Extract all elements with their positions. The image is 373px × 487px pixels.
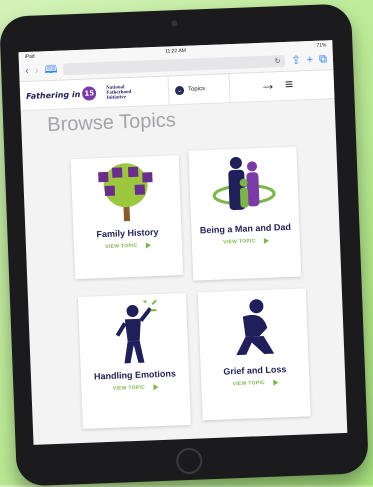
emotions-figure-icon [115, 299, 157, 364]
view-topic-link[interactable]: VIEW TOPIC [113, 384, 159, 392]
play-arrow-icon [152, 384, 159, 391]
chevron-down-icon: ⌄ [174, 85, 185, 95]
play-arrow-icon [263, 237, 269, 244]
tablet-device: iPad 11:22 AM 71% ‹ › 🕮 ↻ ⇪ + ⧉ Fatherin… [0, 3, 369, 487]
forward-icon[interactable]: › [35, 64, 39, 76]
camera-dot [171, 20, 178, 27]
home-button[interactable] [175, 447, 203, 475]
status-time: 11:22 AM [165, 47, 187, 55]
play-arrow-icon [272, 379, 279, 386]
card-title: Grief and Loss [223, 364, 287, 377]
nfi-logo[interactable]: National Fatherhood Initiative [106, 84, 147, 101]
card-title: Being a Man and Dad [199, 221, 292, 236]
topics-dropdown[interactable]: ⌄ Topics [167, 74, 231, 105]
tabs-icon[interactable]: ⧉ [319, 53, 327, 65]
fathering-logo[interactable]: Fathering in 15 [26, 86, 97, 103]
view-topic-label: VIEW TOPIC [223, 238, 256, 246]
view-topic-label: VIEW TOPIC [232, 379, 266, 388]
topic-card-being-a-man[interactable]: Being a Man and Dad VIEW TOPIC [188, 146, 302, 281]
hamburger-menu-icon[interactable]: ≡ [285, 76, 294, 92]
card-title: Handling Emotions [93, 368, 177, 382]
topic-card-handling-emotions[interactable]: Handling Emotions VIEW TOPIC [77, 292, 191, 430]
family-tree-icon [98, 163, 153, 222]
logo-number: 15 [82, 86, 97, 101]
arrow-right-icon[interactable]: → [260, 76, 277, 95]
carrier-label: iPad [24, 53, 35, 60]
card-title: Family History [96, 226, 159, 240]
share-icon[interactable]: ⇪ [291, 54, 301, 66]
play-arrow-icon [145, 242, 151, 249]
back-icon[interactable]: ‹ [25, 64, 29, 76]
reload-icon[interactable]: ↻ [274, 57, 281, 65]
plus-icon[interactable]: + [306, 53, 313, 65]
view-topic-label: VIEW TOPIC [105, 242, 138, 251]
view-topic-link[interactable]: VIEW TOPIC [233, 379, 279, 387]
view-topic-link[interactable]: VIEW TOPIC [223, 237, 269, 246]
tablet-screen: iPad 11:22 AM 71% ‹ › 🕮 ↻ ⇪ + ⧉ Fatherin… [18, 40, 348, 445]
battery-level: 71% [316, 41, 327, 49]
logo-text: Fathering in [25, 89, 81, 101]
kneeling-figure-icon [236, 299, 275, 356]
view-topic-label: VIEW TOPIC [112, 384, 146, 392]
view-topic-link[interactable]: VIEW TOPIC [105, 242, 151, 250]
bookmarks-icon[interactable]: 🕮 [44, 63, 57, 75]
father-child-icon [212, 156, 276, 211]
topic-card-grief-and-loss[interactable]: Grief and Loss VIEW TOPIC [197, 288, 311, 421]
topics-label: Topics [187, 86, 206, 93]
topic-card-family-history[interactable]: Family History VIEW TOPIC [70, 155, 184, 280]
